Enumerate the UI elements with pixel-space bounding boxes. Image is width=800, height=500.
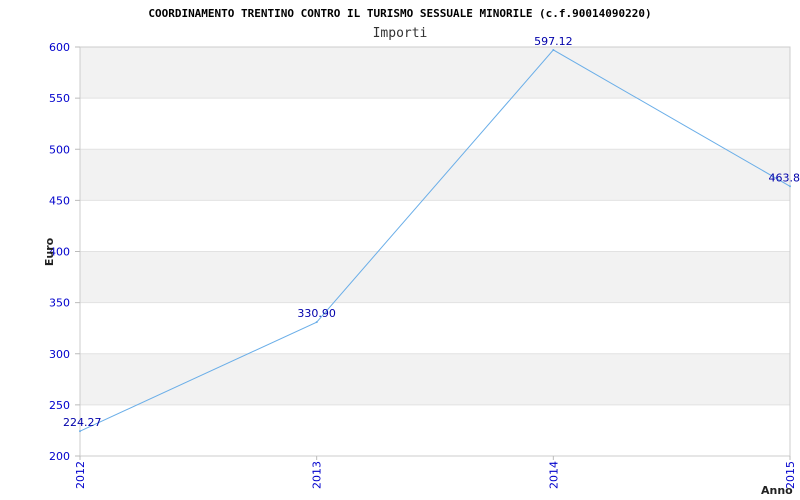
- chart: 200 250 300 350 400 450 500 550 600 2012 2013 2014…: [0, 0, 800, 500]
- background-band: [80, 353, 790, 405]
- x-tick-label: 2014: [547, 461, 560, 489]
- y-tick-label: 500: [49, 143, 70, 156]
- background-band: [80, 149, 790, 201]
- x-axis-ticks: 2012 2013 2014 2015: [74, 456, 797, 489]
- chart-svg: 200250300350400450500550600 2012 2013 2014…: [43, 7, 800, 497]
- x-tick-label: 2013: [311, 461, 324, 489]
- data-label: 330.90: [297, 307, 336, 320]
- x-tick-label: 2012: [74, 461, 87, 489]
- data-point: [789, 185, 791, 188]
- y-tick-label: 350: [49, 297, 70, 310]
- background-band: [80, 251, 790, 303]
- background-bands: [80, 47, 790, 405]
- chart-subtitle: Importi: [373, 26, 428, 41]
- y-tick-label: 200: [49, 450, 70, 463]
- y-tick-label: 550: [49, 92, 70, 105]
- x-axis-label: Anno: [761, 484, 793, 497]
- y-tick-label: 600: [49, 41, 70, 54]
- chart-title: COORDINAMENTO TRENTINO CONTRO IL TURISMO…: [148, 7, 651, 20]
- background-band: [80, 47, 790, 99]
- y-axis-label: Euro: [43, 237, 56, 266]
- data-point: [79, 430, 81, 433]
- y-tick-label: 300: [49, 348, 70, 361]
- data-label: 224.27: [63, 416, 102, 429]
- data-label: 597.12: [534, 35, 573, 48]
- data-point: [315, 321, 318, 324]
- y-tick-label: 250: [49, 399, 70, 412]
- data-label: 463.8: [769, 171, 800, 184]
- y-tick-label: 450: [49, 194, 70, 207]
- data-point: [552, 48, 555, 51]
